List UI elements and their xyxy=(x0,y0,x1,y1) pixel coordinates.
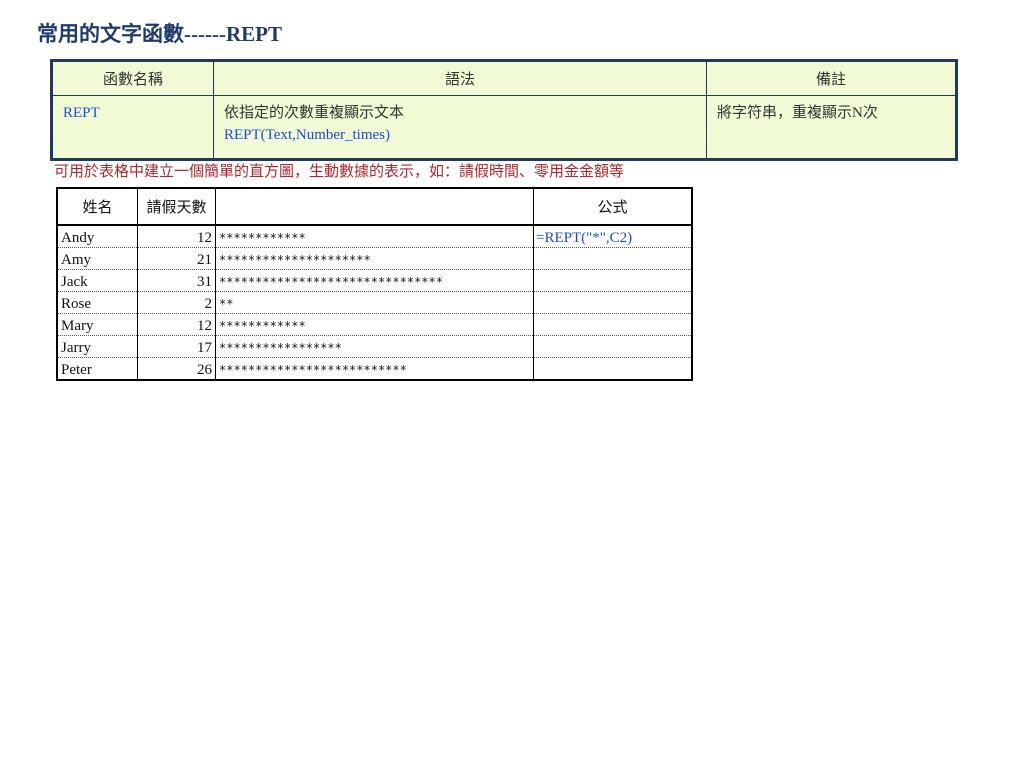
bar-cell: ** xyxy=(215,291,534,314)
header-function-name: 函數名稱 xyxy=(51,60,214,96)
header-name: 姓名 xyxy=(57,188,138,226)
page: 常用的文字函數------REPT 函數名稱 語法 備註 REPT 依指定的次數… xyxy=(0,0,1024,768)
table-row: Rose 2 ** xyxy=(57,291,693,314)
header-formula: 公式 xyxy=(533,188,693,226)
formula-cell xyxy=(533,335,693,358)
header-remark: 備註 xyxy=(706,60,957,96)
days-cell: 12 xyxy=(137,313,216,336)
table-row: Jarry 17 ***************** xyxy=(57,335,693,358)
header-days: 請假天數 xyxy=(137,188,216,226)
name-cell: Andy xyxy=(57,225,138,248)
formula-cell xyxy=(533,357,693,380)
table-row: Andy 12 ************ =REPT("*",C2) xyxy=(57,225,693,248)
usage-note: 可用於表格中建立一個簡單的直方圖，生動數據的表示，如：請假時間、零用金金額等 xyxy=(54,164,625,180)
table-row: Peter 26 ************************** xyxy=(57,357,693,380)
table-row: Amy 21 ********************* xyxy=(57,247,693,270)
page-title: 常用的文字函數------REPT xyxy=(37,22,282,46)
days-cell: 2 xyxy=(137,291,216,314)
bar-cell: ************ xyxy=(215,313,534,336)
name-cell: Peter xyxy=(57,357,138,380)
bar-cell: ************ xyxy=(215,225,534,248)
formula-cell xyxy=(533,269,693,292)
name-cell: Jarry xyxy=(57,335,138,358)
days-cell: 31 xyxy=(137,269,216,292)
function-info-table: 函數名稱 語法 備註 REPT 依指定的次數重複顯示文本 REPT(Text,N… xyxy=(50,59,958,161)
days-cell: 26 xyxy=(137,357,216,380)
bar-cell: ********************* xyxy=(215,247,534,270)
remark-cell: 將字符串，重複顯示N次 xyxy=(706,95,957,160)
function-name-cell: REPT xyxy=(51,95,214,160)
name-cell: Amy xyxy=(57,247,138,270)
formula-cell xyxy=(533,291,693,314)
formula-cell: =REPT("*",C2) xyxy=(533,225,693,248)
leave-days-table: 姓名 請假天數 公式 Andy 12 ************ =REPT("*… xyxy=(56,187,693,381)
name-cell: Jack xyxy=(57,269,138,292)
bar-cell: ************************** xyxy=(215,357,534,380)
syntax-formula: REPT(Text,Number_times) xyxy=(224,127,391,143)
name-cell: Rose xyxy=(57,291,138,314)
bar-cell: ******************************* xyxy=(215,269,534,292)
table-row: Jack 31 ******************************* xyxy=(57,269,693,292)
days-cell: 21 xyxy=(137,247,216,270)
name-cell: Mary xyxy=(57,313,138,336)
bar-cell: ***************** xyxy=(215,335,534,358)
header-bar xyxy=(215,188,534,226)
header-syntax: 語法 xyxy=(213,60,707,96)
formula-cell xyxy=(533,247,693,270)
days-cell: 12 xyxy=(137,225,216,248)
table-row: Mary 12 ************ xyxy=(57,313,693,336)
formula-cell xyxy=(533,313,693,336)
data-header-row: 姓名 請假天數 公式 xyxy=(57,188,693,226)
function-info-header-row: 函數名稱 語法 備註 xyxy=(51,60,957,96)
days-cell: 17 xyxy=(137,335,216,358)
syntax-description: 依指定的次數重複顯示文本 xyxy=(224,105,405,121)
syntax-cell: 依指定的次數重複顯示文本 REPT(Text,Number_times) xyxy=(213,95,707,160)
function-info-row: REPT 依指定的次數重複顯示文本 REPT(Text,Number_times… xyxy=(51,95,957,160)
